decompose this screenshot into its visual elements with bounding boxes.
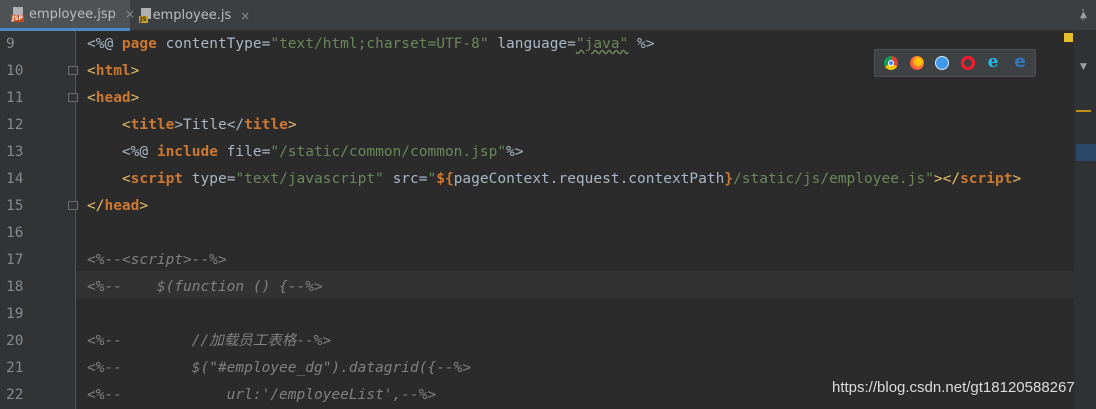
line-number: 14 xyxy=(6,171,24,187)
firefox-icon[interactable] xyxy=(910,56,924,70)
edge-icon[interactable]: e xyxy=(1013,54,1027,71)
line-number: 11 xyxy=(6,90,24,106)
line-number: 22 xyxy=(6,387,24,403)
close-icon[interactable]: × xyxy=(240,9,250,23)
code-line-13: <%@ include file="/static/common/common.… xyxy=(121,144,524,160)
line-number: 12 xyxy=(6,117,24,133)
browser-preview-bar: e e xyxy=(874,49,1036,77)
line-number: 9 xyxy=(6,36,15,52)
warning-marker[interactable] xyxy=(1076,110,1091,112)
code-line-22: <%-- url:'/employeeList',--%> xyxy=(87,387,437,403)
chrome-icon[interactable] xyxy=(884,56,898,70)
editor-tab-bar: JSP employee.jsp × JS employee.js × ⋮ xyxy=(0,0,1096,31)
tab-employee-js[interactable]: JS employee.js × xyxy=(130,0,250,31)
line-number: 19 xyxy=(6,306,24,322)
code-line-14: <script type="text/javascript" src="${pa… xyxy=(121,171,1022,187)
code-line-11: <head> xyxy=(87,90,140,106)
code-line-10: <html> xyxy=(87,63,140,79)
code-editor[interactable]: <%@ page contentType="text/html;charset=… xyxy=(76,31,1074,409)
inspection-status-icon[interactable] xyxy=(1064,33,1073,42)
editor-scrollbar[interactable] xyxy=(1074,31,1096,409)
line-number: 13 xyxy=(6,144,24,160)
line-number: 16 xyxy=(6,225,24,241)
code-line-12: <title>Title</title> xyxy=(121,117,297,133)
code-line-17: <%--<script>--%> xyxy=(87,252,227,268)
code-line-21: <%-- $("#employee_dg").datagrid({--%> xyxy=(87,360,472,376)
safari-icon[interactable] xyxy=(935,56,949,70)
code-line-20: <%-- //加载员工表格--%> xyxy=(87,333,332,349)
code-line-15: </head> xyxy=(87,198,149,214)
line-number-gutter: 9 10 11 12 13 14 15 16 17 18 19 20 21 22 xyxy=(0,31,78,409)
code-line-18: <%-- $(function () {--%> xyxy=(87,279,323,295)
line-number: 18 xyxy=(6,279,24,295)
tab-employee-jsp[interactable]: JSP employee.jsp × xyxy=(0,0,135,31)
line-number: 17 xyxy=(6,252,24,268)
js-file-icon: JS xyxy=(139,8,151,23)
opera-icon[interactable] xyxy=(961,56,975,70)
line-number: 20 xyxy=(6,333,24,349)
line-number: 15 xyxy=(6,198,24,214)
tab-label: employee.js xyxy=(152,8,232,23)
code-line-9: <%@ page contentType="text/html;charset=… xyxy=(87,36,655,52)
scroll-up-icon[interactable]: ▲ xyxy=(1080,10,1087,20)
line-number: 10 xyxy=(6,63,24,79)
scroll-thumb[interactable] xyxy=(1076,144,1096,161)
tab-label: employee.jsp xyxy=(28,6,116,22)
watermark: https://blog.csdn.net/gt18120588267 xyxy=(832,379,1075,396)
line-number: 21 xyxy=(6,360,24,376)
jsp-file-icon: JSP xyxy=(11,6,24,22)
scroll-down-icon[interactable]: ▼ xyxy=(1080,62,1087,72)
ie-icon[interactable]: e xyxy=(986,54,1000,71)
